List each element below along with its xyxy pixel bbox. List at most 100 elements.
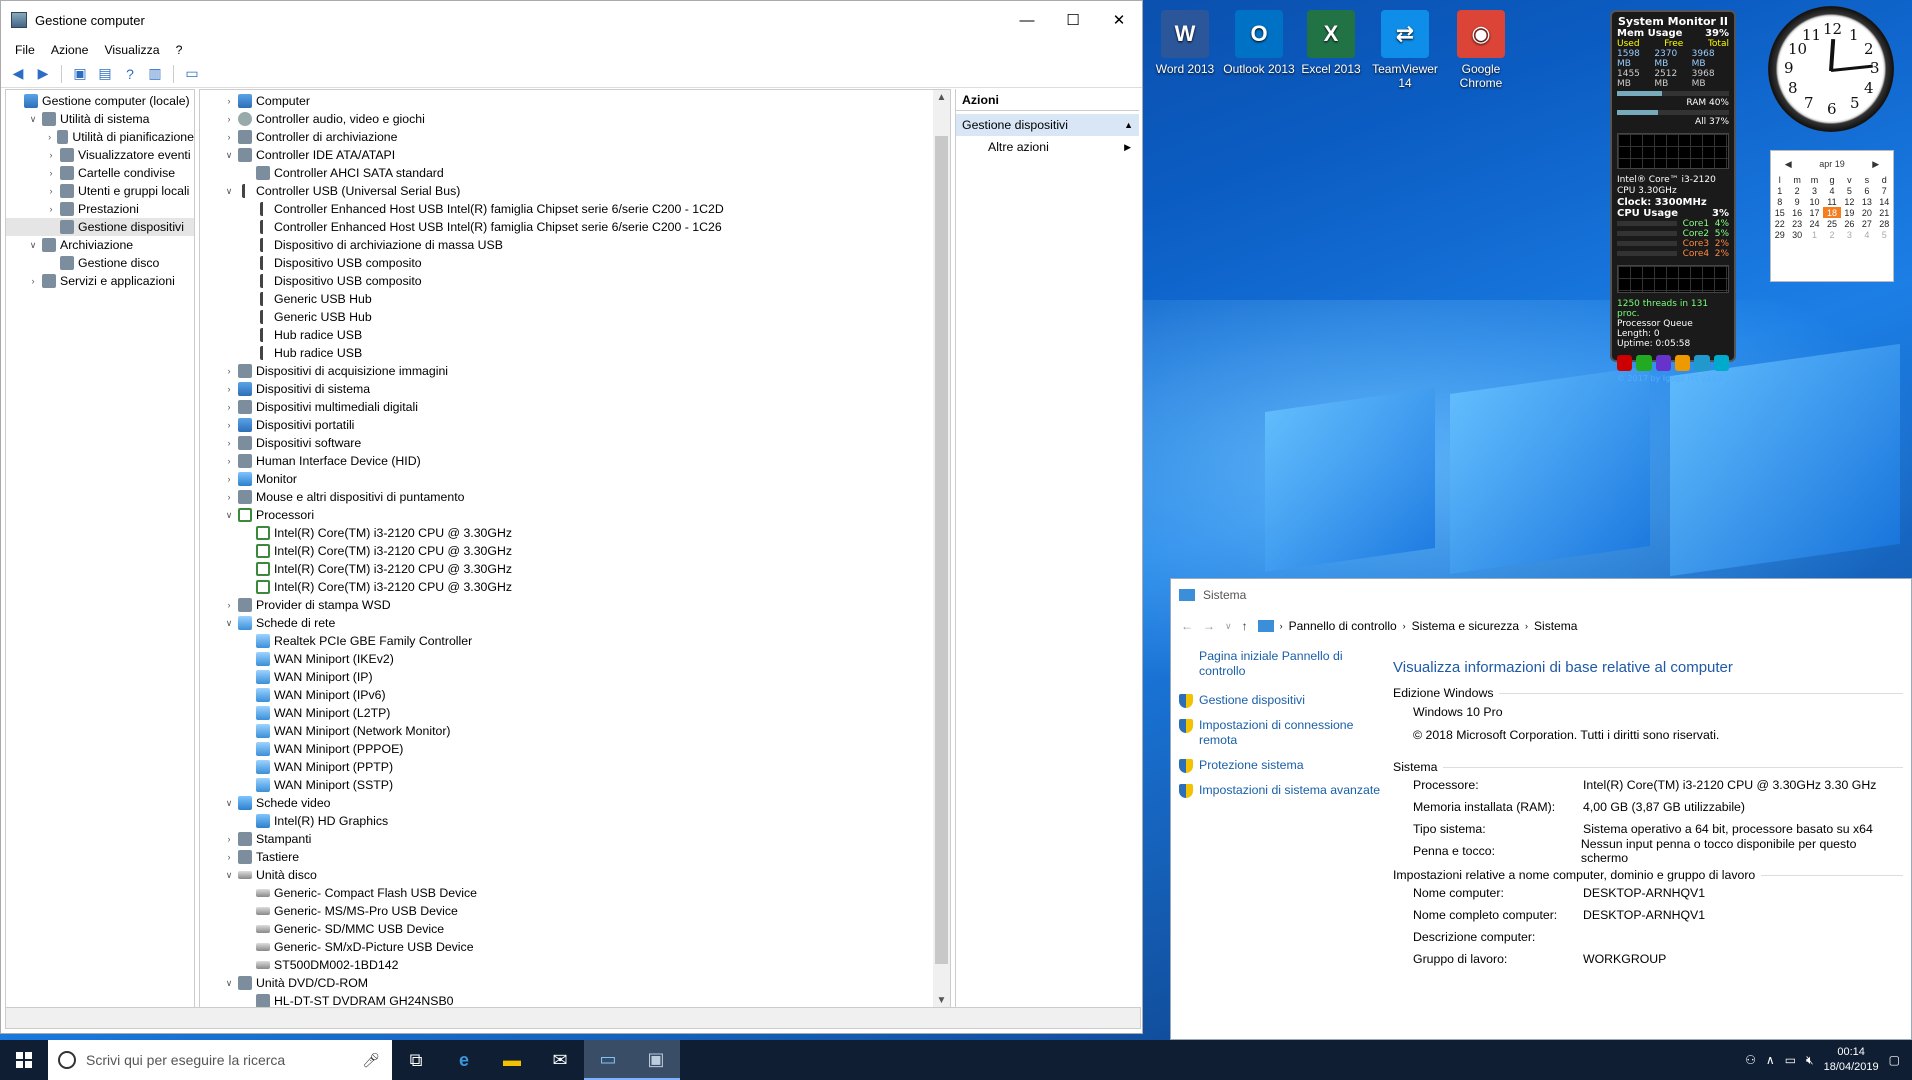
device-item[interactable]: Intel(R) HD Graphics bbox=[200, 812, 950, 830]
sleep-icon[interactable] bbox=[1655, 355, 1671, 371]
device-item[interactable]: ST500DM002-1BD142 bbox=[200, 956, 950, 974]
taskbar-computer-management[interactable]: ▣ bbox=[632, 1040, 680, 1080]
file-explorer-icon[interactable]: ▬ bbox=[488, 1040, 536, 1080]
expand-icon[interactable]: › bbox=[222, 96, 236, 106]
calendar-day[interactable]: 24 bbox=[1806, 218, 1823, 229]
expand-icon[interactable]: ∨ bbox=[26, 114, 40, 125]
calendar-day[interactable]: 15 bbox=[1771, 207, 1788, 218]
expand-icon[interactable]: ∨ bbox=[222, 150, 236, 161]
calendar-day[interactable]: 1 bbox=[1806, 229, 1823, 240]
mail-icon[interactable]: ✉ bbox=[536, 1040, 584, 1080]
device-item[interactable]: WAN Miniport (PPPOE) bbox=[200, 740, 950, 758]
people-icon[interactable]: ⚇ bbox=[1745, 1053, 1756, 1067]
tree-item[interactable]: › Visualizzatore eventi bbox=[6, 146, 194, 164]
expand-icon[interactable]: › bbox=[222, 438, 236, 448]
device-item[interactable]: › Dispositivi di sistema bbox=[200, 380, 950, 398]
expand-icon[interactable]: › bbox=[44, 204, 58, 214]
expand-icon[interactable]: ∨ bbox=[222, 618, 236, 629]
tree-item[interactable]: › Utilità di pianificazione bbox=[6, 128, 194, 146]
calendar-day[interactable]: 16 bbox=[1788, 207, 1805, 218]
show-hidden-icons-icon[interactable]: ∧ bbox=[1766, 1053, 1775, 1067]
tree-item[interactable]: › Utenti e gruppi locali bbox=[6, 182, 194, 200]
device-item[interactable]: › Dispositivi multimediali digitali bbox=[200, 398, 950, 416]
prev-month-icon[interactable]: ◀ bbox=[1785, 159, 1792, 170]
calendar-day[interactable]: 17 bbox=[1806, 207, 1823, 218]
device-item[interactable]: ∨ Schede video bbox=[200, 794, 950, 812]
search-box[interactable]: Scrivi qui per eseguire la ricerca 🎤︎ bbox=[48, 1040, 392, 1080]
edge-icon[interactable]: e bbox=[440, 1040, 488, 1080]
device-item[interactable]: WAN Miniport (IKEv2) bbox=[200, 650, 950, 668]
calendar-day[interactable]: 1 bbox=[1771, 185, 1788, 196]
vertical-scrollbar[interactable]: ▲ ▼ bbox=[933, 90, 950, 1008]
device-item[interactable]: WAN Miniport (IPv6) bbox=[200, 686, 950, 704]
taskbar-system-window[interactable]: ▭ bbox=[584, 1040, 632, 1080]
device-item[interactable]: ∨ Unità DVD/CD-ROM bbox=[200, 974, 950, 992]
calendar-day[interactable]: 26 bbox=[1841, 218, 1858, 229]
device-item[interactable]: › Dispositivi software bbox=[200, 434, 950, 452]
sidebar-link-advanced-settings[interactable]: Impostazioni di sistema avanzate bbox=[1179, 783, 1381, 798]
device-item[interactable]: Generic- Compact Flash USB Device bbox=[200, 884, 950, 902]
device-item[interactable]: › Monitor bbox=[200, 470, 950, 488]
network-icon[interactable]: ▭ bbox=[1785, 1053, 1796, 1067]
calendar-day[interactable]: 4 bbox=[1823, 185, 1840, 196]
forward-icon[interactable]: → bbox=[1203, 619, 1215, 633]
system-title-bar[interactable]: Sistema bbox=[1171, 579, 1911, 611]
taskbar-clock[interactable]: 00:14 18/04/2019 bbox=[1824, 1045, 1879, 1075]
device-item[interactable]: Controller AHCI SATA standard bbox=[200, 164, 950, 182]
lock-icon[interactable] bbox=[1675, 355, 1691, 371]
actions-section-device-manager[interactable]: Gestione dispositivi ▲ bbox=[956, 114, 1139, 136]
scroll-up-icon[interactable]: ▲ bbox=[933, 92, 950, 103]
device-item[interactable]: Intel(R) Core(TM) i3-2120 CPU @ 3.30GHz bbox=[200, 560, 950, 578]
expand-icon[interactable]: › bbox=[222, 456, 236, 466]
expand-icon[interactable]: › bbox=[222, 600, 236, 610]
restart-icon[interactable] bbox=[1636, 355, 1652, 371]
device-item[interactable]: Generic- SD/MMC USB Device bbox=[200, 920, 950, 938]
expand-icon[interactable]: › bbox=[222, 384, 236, 394]
device-item[interactable]: › Provider di stampa WSD bbox=[200, 596, 950, 614]
calendar-day[interactable]: 3 bbox=[1806, 185, 1823, 196]
calendar-day[interactable]: 2 bbox=[1788, 185, 1805, 196]
expand-icon[interactable]: › bbox=[44, 186, 58, 196]
menu-azione[interactable]: Azione bbox=[43, 43, 97, 57]
desktop-shortcut[interactable]: O Outlook 2013 bbox=[1222, 10, 1296, 76]
info-icon[interactable] bbox=[1713, 355, 1729, 371]
calendar-day[interactable]: 6 bbox=[1858, 185, 1875, 196]
help-icon[interactable]: ? bbox=[119, 63, 141, 85]
desktop-shortcut[interactable]: W Word 2013 bbox=[1148, 10, 1222, 76]
device-item[interactable]: Generic- MS/MS-Pro USB Device bbox=[200, 902, 950, 920]
device-item[interactable]: Hub radice USB bbox=[200, 344, 950, 362]
device-item[interactable]: WAN Miniport (Network Monitor) bbox=[200, 722, 950, 740]
breadcrumb-control-panel[interactable]: Pannello di controllo bbox=[1289, 619, 1397, 633]
device-item[interactable]: › Controller di archiviazione bbox=[200, 128, 950, 146]
expand-icon[interactable]: › bbox=[222, 474, 236, 484]
tree-item[interactable]: › Servizi e applicazioni bbox=[6, 272, 194, 290]
calendar-day[interactable]: 19 bbox=[1841, 207, 1858, 218]
calendar-day[interactable]: 4 bbox=[1858, 229, 1875, 240]
calendar-day[interactable]: 10 bbox=[1806, 196, 1823, 207]
volume-muted-icon[interactable]: 🔇︎ bbox=[1806, 1053, 1814, 1068]
expand-icon[interactable]: ∨ bbox=[222, 186, 236, 197]
device-item[interactable]: Dispositivo USB composito bbox=[200, 272, 950, 290]
expand-icon[interactable]: › bbox=[44, 132, 55, 142]
monitor-icon[interactable]: ▭ bbox=[181, 63, 203, 85]
breadcrumb-system[interactable]: Sistema bbox=[1534, 619, 1577, 633]
power-icon[interactable] bbox=[1617, 355, 1633, 371]
start-button[interactable] bbox=[0, 1040, 48, 1080]
desktop-shortcut[interactable]: ⇄ TeamViewer 14 bbox=[1368, 10, 1442, 90]
menu-file[interactable]: File bbox=[7, 43, 43, 57]
calendar-day[interactable]: 29 bbox=[1771, 229, 1788, 240]
calendar-day[interactable]: 12 bbox=[1841, 196, 1858, 207]
sidebar-link-device-manager[interactable]: Gestione dispositivi bbox=[1179, 693, 1381, 708]
collapse-icon[interactable]: ▲ bbox=[1124, 120, 1133, 130]
device-item[interactable]: › Dispositivi portatili bbox=[200, 416, 950, 434]
device-item[interactable]: › Human Interface Device (HID) bbox=[200, 452, 950, 470]
device-item[interactable]: WAN Miniport (L2TP) bbox=[200, 704, 950, 722]
calendar-day[interactable]: 5 bbox=[1841, 185, 1858, 196]
expand-icon[interactable]: › bbox=[26, 276, 40, 286]
tree-item[interactable]: ∨ Utilità di sistema bbox=[6, 110, 194, 128]
up-folder-icon[interactable]: ▣ bbox=[69, 63, 91, 85]
expand-icon[interactable]: ∨ bbox=[222, 978, 236, 989]
calendar-day[interactable]: 21 bbox=[1876, 207, 1893, 218]
device-item[interactable]: › Tastiere bbox=[200, 848, 950, 866]
back-icon[interactable]: ← bbox=[1181, 619, 1193, 633]
